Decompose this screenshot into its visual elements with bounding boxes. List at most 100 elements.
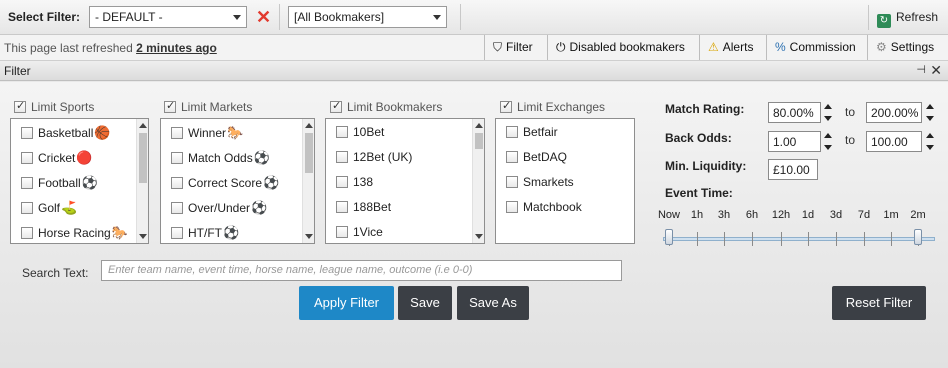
item-checkbox[interactable] (171, 177, 183, 189)
back-odds-to-input[interactable]: 100.00 (866, 131, 922, 152)
limit-sports-checkbox[interactable] (14, 99, 26, 113)
match-rating-to-input[interactable]: 200.00% (866, 102, 922, 123)
list-item[interactable]: 188Bet (336, 200, 391, 214)
list-item[interactable]: Horse Racing🐎 (21, 225, 128, 241)
match-rating-from-spinner[interactable] (824, 102, 832, 123)
list-item[interactable]: Matchbook (506, 200, 582, 214)
item-checkbox[interactable] (21, 152, 33, 164)
scroll-up-icon[interactable] (305, 123, 313, 128)
list-item[interactable]: Basketball🏀 (21, 125, 111, 141)
item-checkbox[interactable] (336, 226, 348, 238)
list-item[interactable]: Over/Under⚽ (171, 200, 267, 216)
list-item[interactable]: Correct Score⚽ (171, 175, 279, 191)
vertical-scrollbar[interactable] (302, 119, 314, 243)
item-checkbox[interactable] (21, 202, 33, 214)
scroll-thumb[interactable] (475, 133, 483, 149)
item-checkbox[interactable] (336, 176, 348, 188)
alerts-button[interactable]: ⚠ Alerts (699, 35, 761, 60)
filter-button[interactable]: ⛉ Filter (484, 35, 541, 60)
scroll-down-icon[interactable] (139, 234, 147, 239)
limit-bookmakers-checkbox[interactable] (330, 99, 342, 113)
save-button[interactable]: Save (398, 286, 452, 320)
list-item[interactable]: BetDAQ (506, 150, 567, 164)
list-item[interactable]: 1Vice (336, 225, 383, 239)
back-odds-from-spinner[interactable] (824, 131, 832, 152)
list-item[interactable]: Smarkets (506, 175, 574, 189)
slider-tick-mark (724, 232, 725, 246)
list-item[interactable]: Cricket🔴 (21, 150, 93, 166)
save-as-button[interactable]: Save As (457, 286, 529, 320)
item-checkbox[interactable] (336, 126, 348, 138)
scroll-up-icon[interactable] (475, 123, 483, 128)
disabled-bookmakers-button[interactable]: ⏻ Disabled bookmakers (547, 35, 693, 60)
percent-icon: % (775, 40, 786, 54)
item-checkbox[interactable] (171, 202, 183, 214)
apply-filter-button[interactable]: Apply Filter (299, 286, 394, 320)
clear-filter-icon[interactable]: ✕ (256, 8, 271, 26)
refresh-icon: ↻ (877, 14, 891, 28)
match-rating-to-spinner[interactable] (926, 102, 934, 123)
limit-markets-checkbox[interactable] (164, 99, 176, 113)
limit-markets-toggle[interactable]: Limit Markets (164, 99, 252, 114)
item-checkbox[interactable] (171, 127, 183, 139)
match-rating-from-input[interactable]: 80.00% (768, 102, 821, 123)
limit-exchanges-toggle[interactable]: Limit Exchanges (500, 99, 605, 114)
close-icon[interactable]: ✕ (930, 62, 942, 79)
event-time-slider-track[interactable] (663, 237, 935, 241)
football-icon: ⚽ (223, 225, 240, 240)
settings-button[interactable]: ⚙ Settings (867, 35, 942, 60)
spin-up-icon[interactable] (824, 133, 832, 138)
min-liquidity-input[interactable]: £10.00 (768, 159, 818, 180)
item-checkbox[interactable] (21, 177, 33, 189)
spin-down-icon[interactable] (926, 145, 934, 150)
limit-bookmakers-toggle[interactable]: Limit Bookmakers (330, 99, 442, 114)
scroll-up-icon[interactable] (139, 123, 147, 128)
scroll-down-icon[interactable] (475, 234, 483, 239)
list-item[interactable]: HT/FT⚽ (171, 225, 239, 241)
item-checkbox[interactable] (21, 227, 33, 239)
list-item[interactable]: Match Odds⚽ (171, 150, 270, 166)
event-time-max-handle[interactable] (914, 229, 922, 245)
filter-dropdown[interactable]: - DEFAULT - (89, 6, 247, 28)
item-checkbox[interactable] (506, 151, 518, 163)
item-checkbox[interactable] (506, 201, 518, 213)
list-item[interactable]: 10Bet (336, 125, 384, 139)
spin-down-icon[interactable] (824, 116, 832, 121)
to-label: to (845, 105, 856, 119)
pin-icon[interactable]: ⊣ (916, 63, 926, 76)
list-item[interactable]: Betfair (506, 125, 558, 139)
limit-exchanges-checkbox[interactable] (500, 99, 512, 113)
list-item[interactable]: Winner🐎 (171, 125, 243, 141)
item-checkbox[interactable] (171, 227, 183, 239)
scroll-down-icon[interactable] (305, 234, 313, 239)
event-time-min-handle[interactable] (665, 229, 673, 245)
back-odds-to-spinner[interactable] (926, 131, 934, 152)
spin-down-icon[interactable] (824, 145, 832, 150)
item-checkbox[interactable] (506, 126, 518, 138)
list-item[interactable]: Golf⛳ (21, 200, 77, 216)
list-item[interactable]: Football⚽ (21, 175, 98, 191)
list-item[interactable]: 12Bet (UK) (336, 150, 412, 164)
list-item[interactable]: 138 (336, 175, 373, 189)
item-checkbox[interactable] (336, 201, 348, 213)
spin-down-icon[interactable] (926, 116, 934, 121)
scroll-thumb[interactable] (139, 133, 147, 183)
item-label: Matchbook (523, 200, 582, 214)
refresh-button[interactable]: ↻ Refresh (868, 5, 948, 30)
bookmakers-dropdown[interactable]: [All Bookmakers] (288, 6, 447, 28)
search-input[interactable]: Enter team name, event time, horse name,… (101, 260, 622, 281)
limit-sports-toggle[interactable]: Limit Sports (14, 99, 94, 114)
back-odds-from-input[interactable]: 1.00 (768, 131, 821, 152)
commission-button[interactable]: % Commission (766, 35, 864, 60)
scroll-thumb[interactable] (305, 133, 313, 173)
reset-filter-button[interactable]: Reset Filter (832, 286, 926, 320)
spin-up-icon[interactable] (824, 104, 832, 109)
item-checkbox[interactable] (21, 127, 33, 139)
spin-up-icon[interactable] (926, 133, 934, 138)
item-checkbox[interactable] (171, 152, 183, 164)
vertical-scrollbar[interactable] (136, 119, 148, 243)
item-checkbox[interactable] (506, 176, 518, 188)
vertical-scrollbar[interactable] (472, 119, 484, 243)
item-checkbox[interactable] (336, 151, 348, 163)
spin-up-icon[interactable] (926, 104, 934, 109)
